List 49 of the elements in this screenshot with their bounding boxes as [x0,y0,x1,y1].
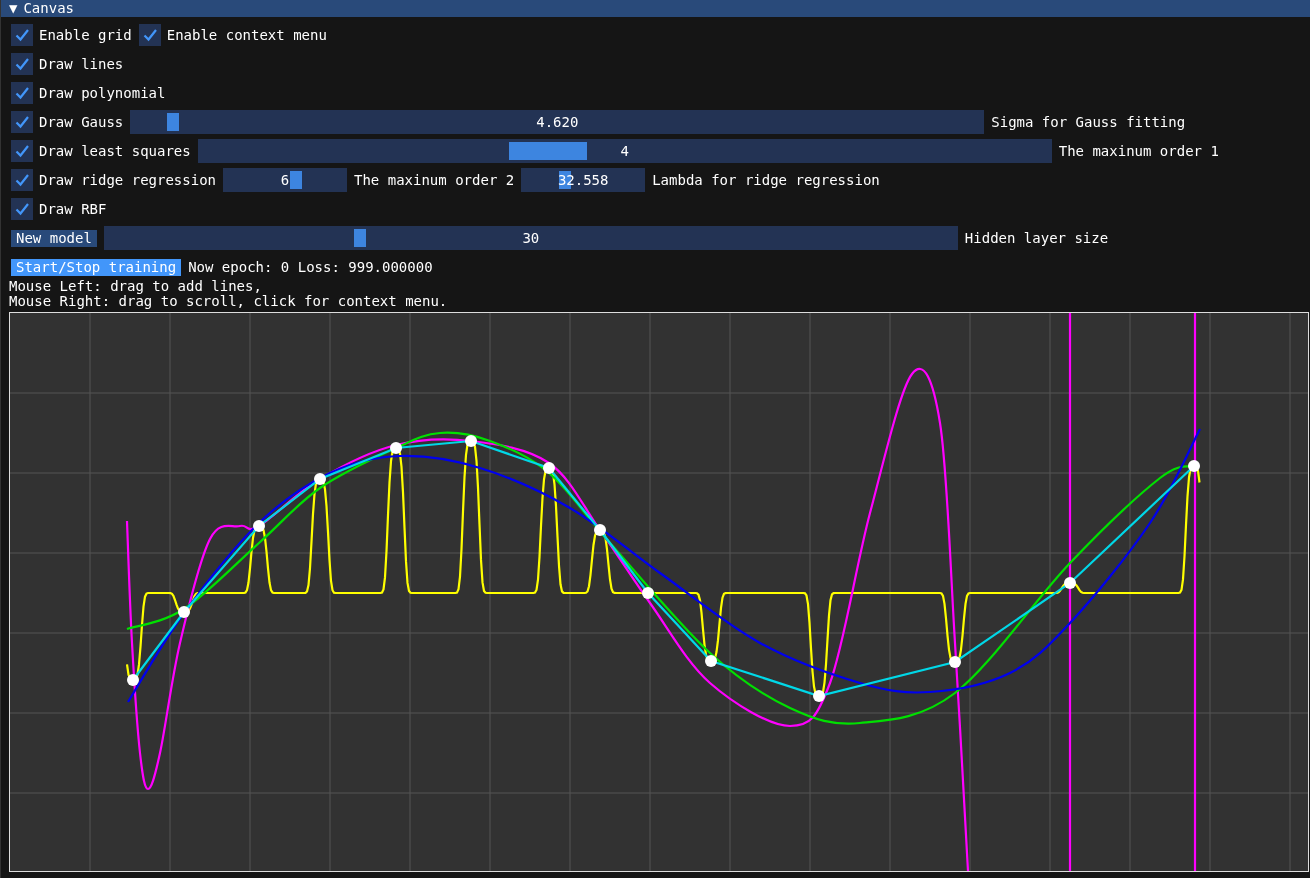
checkmark-icon [14,143,30,159]
data-point[interactable] [594,524,606,536]
data-point[interactable] [813,690,825,702]
checkmark-icon [14,172,30,188]
label: Hidden layer size [964,230,1109,246]
slider-handle[interactable] [354,229,367,247]
plot-canvas[interactable] [10,313,1308,871]
checkbox[interactable]: Draw ridge regression [11,169,216,191]
checkbox[interactable]: Draw RBF [11,198,107,220]
label: The maxinum order 1 [1058,143,1219,159]
checkmark-icon [14,201,30,217]
section-header[interactable]: ▼ Canvas [1,0,1310,17]
checkbox[interactable]: Draw lines [11,53,124,75]
data-point[interactable] [465,435,477,447]
slider[interactable]: 4.620 [130,110,985,134]
data-point[interactable] [705,655,717,667]
checkmark-icon [14,85,30,101]
help-text: Mouse Left: drag to add lines, [8,279,263,294]
help-text: Mouse Right: drag to scroll, click for context menu. [8,294,449,309]
checkmark-icon [14,114,30,130]
slider-handle[interactable] [290,171,303,189]
slider-handle[interactable] [508,142,587,160]
data-point[interactable] [314,473,326,485]
checkbox[interactable]: Enable grid [11,24,132,46]
data-point[interactable] [390,442,402,454]
data-point[interactable] [543,462,555,474]
data-point[interactable] [1064,577,1076,589]
data-point[interactable] [949,656,961,668]
label: Lambda for ridge regression [652,172,880,188]
checkbox[interactable]: Draw Gauss [11,111,124,133]
label: Sigma for Gauss fitting [991,114,1186,130]
slider[interactable]: 30 [103,226,958,250]
checkmark-icon [141,27,158,43]
checkbox[interactable]: Enable context menu [138,24,327,46]
checkmark-icon [14,27,30,43]
new-model-button[interactable]: New model [11,229,97,247]
slider-handle[interactable] [167,113,179,131]
label: The maxinum order 2 [354,172,515,188]
checkmark-icon [14,56,30,72]
data-point[interactable] [127,674,139,686]
slider[interactable]: 4 [197,139,1052,163]
label: Now epoch: 0 Loss: 999.000000 [188,259,433,275]
checkbox[interactable]: Draw polynomial [11,82,166,104]
data-point[interactable] [1188,460,1200,472]
data-point[interactable] [642,587,654,599]
data-point[interactable] [253,520,265,532]
data-point[interactable] [178,606,190,618]
slider[interactable]: 6 [223,168,347,192]
checkbox[interactable]: Draw least squares [11,140,191,162]
